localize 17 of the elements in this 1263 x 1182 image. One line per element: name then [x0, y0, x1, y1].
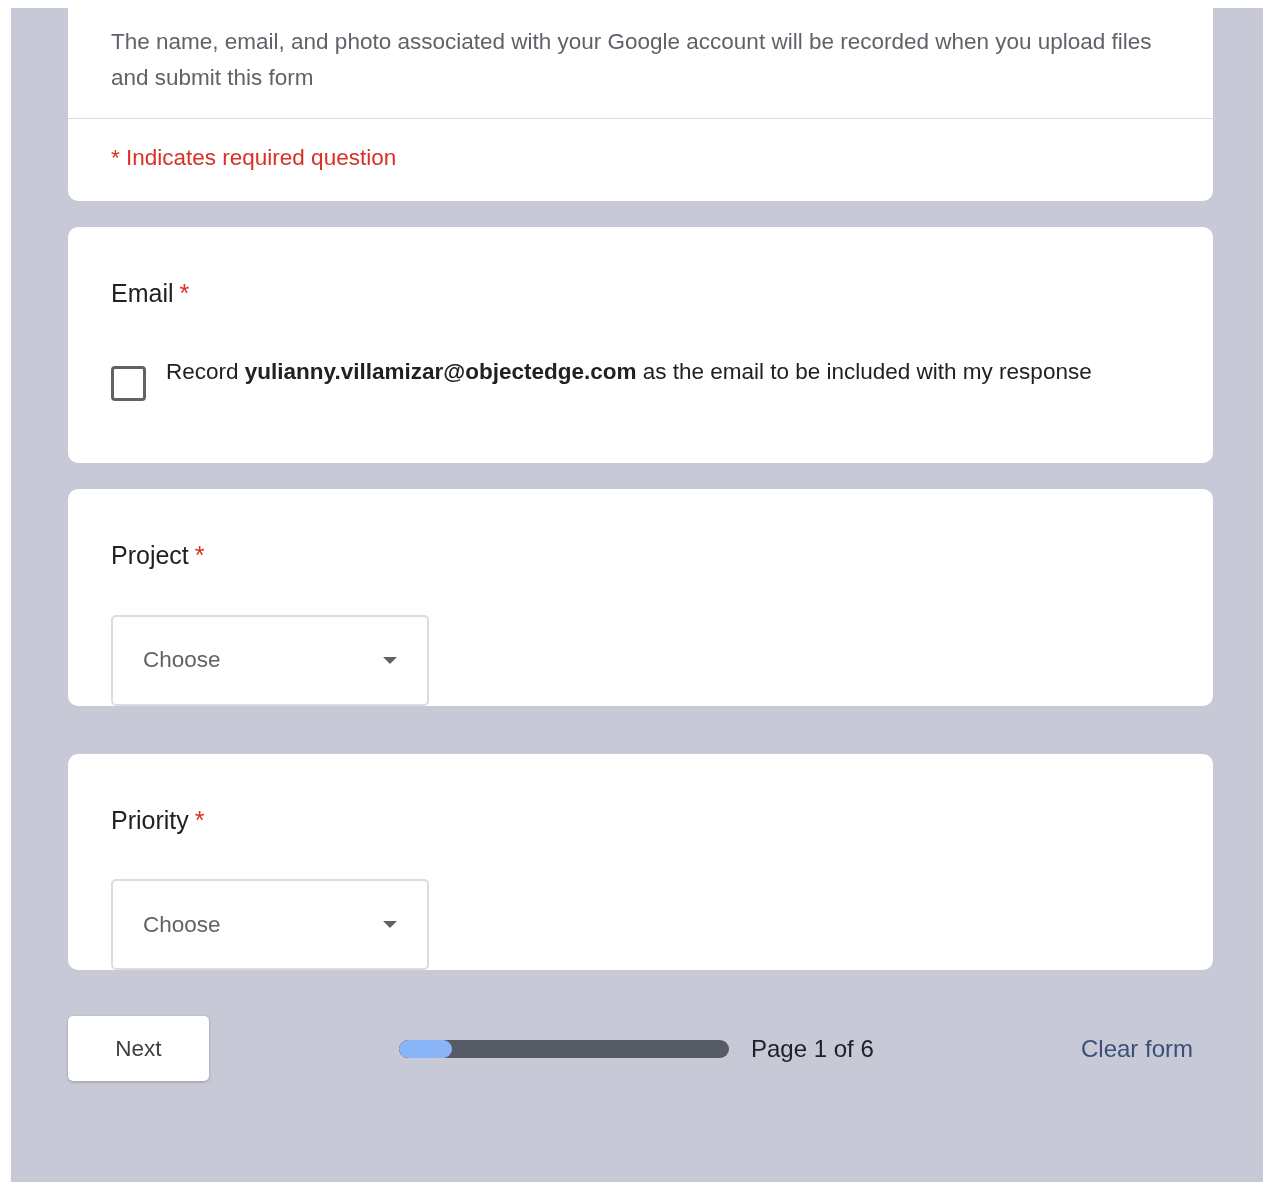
- required-mark: *: [194, 540, 205, 572]
- question-title: Email: [111, 277, 174, 309]
- checkbox[interactable]: [111, 366, 146, 402]
- checkbox-label: Record yulianny.villamizar@objectedge.com as the email to be included with my response: [166, 358, 1092, 387]
- required-note: * Indicates required question: [110, 144, 398, 172]
- dropdown-caret-icon: [383, 921, 397, 929]
- next-button[interactable]: Next: [68, 1016, 209, 1082]
- notice-text: The name, email, and photo associated with your Google account will be recorded when you upload files and submit this form: [110, 28, 1153, 92]
- question-title: Project: [111, 540, 189, 572]
- dropdown-caret-icon: [383, 656, 397, 664]
- page-indicator: Page 1 of 6: [751, 1033, 874, 1064]
- dropdown[interactable]: Choose: [111, 614, 429, 706]
- required-mark: *: [179, 277, 190, 309]
- dropdown[interactable]: Choose: [111, 879, 429, 971]
- clear-form-button[interactable]: Clear form: [1074, 1029, 1199, 1068]
- required-mark: *: [194, 804, 205, 836]
- question-title: Priority: [111, 804, 189, 836]
